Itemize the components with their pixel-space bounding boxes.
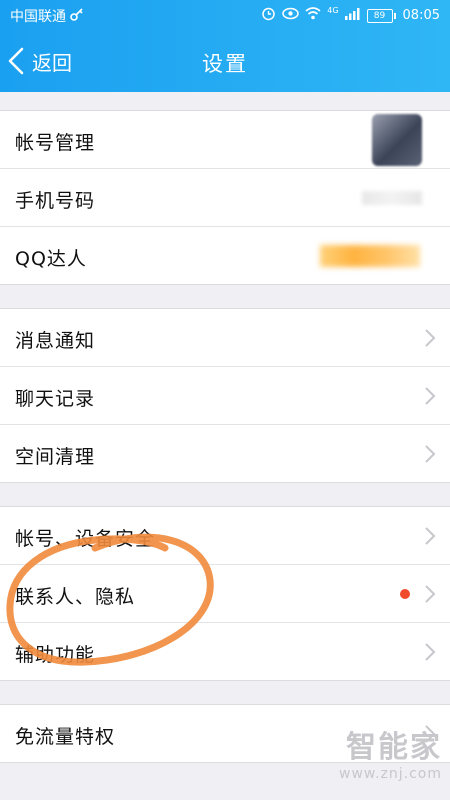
avatar	[372, 114, 422, 166]
clock-text: 08:05	[402, 8, 440, 23]
chevron-right-icon	[425, 527, 436, 545]
status-bar: 中国联通 4G 89 08:05	[0, 0, 450, 30]
chevron-right-icon	[425, 329, 436, 347]
setting-account-management[interactable]: 帐号管理	[0, 111, 450, 169]
watermark-brand: 智能家	[346, 730, 442, 765]
watermark-url: www.znj.com	[339, 766, 442, 782]
setting-label: 消息通知	[15, 330, 96, 352]
setting-label: 帐号管理	[15, 132, 96, 154]
setting-phone-number[interactable]: 手机号码	[0, 169, 450, 227]
blurred-expert-badge	[320, 245, 420, 267]
nav-bar: 返回 设置	[0, 30, 450, 92]
setting-qq-expert[interactable]: QQ达人	[0, 227, 450, 284]
alarm-icon	[261, 6, 276, 25]
setting-label: 帐号、设备安全	[15, 528, 156, 550]
key-icon	[70, 7, 84, 25]
setting-chat-history[interactable]: 聊天记录	[0, 367, 450, 425]
settings-group-account: 帐号管理 手机号码 QQ达人	[0, 110, 450, 285]
blurred-phone-value	[362, 191, 422, 205]
setting-message-notification[interactable]: 消息通知	[0, 309, 450, 367]
unread-dot	[400, 589, 410, 599]
setting-account-device-security[interactable]: 帐号、设备安全	[0, 507, 450, 565]
setting-label: 空间清理	[15, 446, 96, 468]
setting-label: 聊天记录	[15, 388, 96, 410]
setting-label: 手机号码	[15, 190, 96, 212]
setting-accessibility[interactable]: 辅助功能	[0, 623, 450, 680]
page-title: 设置	[202, 52, 248, 76]
setting-contacts-privacy[interactable]: 联系人、隐私	[0, 565, 450, 623]
setting-label: 免流量特权	[15, 726, 116, 748]
eye-icon	[282, 7, 299, 24]
settings-group-messages: 消息通知 聊天记录 空间清理	[0, 308, 450, 483]
battery-icon: 89	[366, 8, 396, 23]
settings-group-security: 帐号、设备安全 联系人、隐私 辅助功能	[0, 506, 450, 681]
wifi-icon	[305, 7, 321, 24]
network-type: 4G	[327, 6, 339, 15]
setting-label: 辅助功能	[15, 644, 96, 666]
carrier-text: 中国联通	[10, 9, 66, 25]
chevron-right-icon	[425, 585, 436, 603]
chevron-right-icon	[425, 643, 436, 661]
setting-label: 联系人、隐私	[15, 586, 136, 608]
watermark: 智能家 www.znj.com	[339, 722, 442, 782]
chevron-right-icon	[425, 387, 436, 405]
setting-label: QQ达人	[15, 248, 87, 270]
setting-storage-cleanup[interactable]: 空间清理	[0, 425, 450, 482]
signal-icon	[344, 7, 361, 24]
chevron-right-icon	[425, 445, 436, 463]
